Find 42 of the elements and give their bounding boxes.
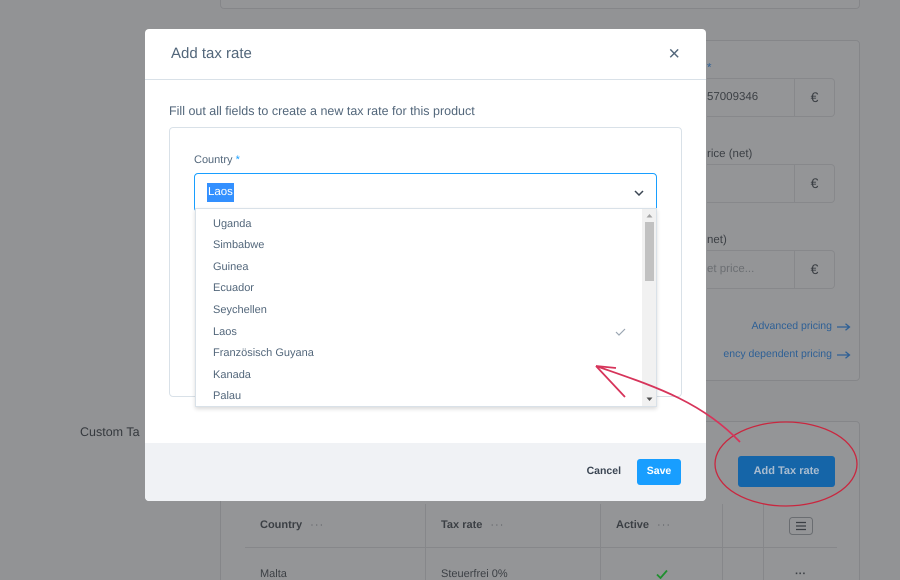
save-button[interactable]: Save (637, 459, 681, 485)
cancel-button[interactable]: Cancel (586, 464, 621, 480)
more-button[interactable]: ··· (795, 566, 806, 580)
chevron-down-icon (634, 190, 644, 196)
dropdown-option[interactable]: Seychellen (196, 299, 642, 321)
dropdown-option[interactable]: Simbabwe (196, 234, 642, 256)
column-menu-button[interactable]: ··· (657, 517, 672, 534)
required-mark: * (707, 62, 712, 74)
section-title: Custom Ta (79, 424, 141, 441)
menu-icon[interactable] (788, 516, 812, 534)
scrollbar[interactable] (642, 209, 656, 406)
column-header: Active (616, 518, 650, 534)
scrollbar-thumb[interactable] (644, 222, 654, 281)
modal-description: Fill out all fields to create a new tax rate for this product (169, 103, 476, 120)
price-input[interactable]: 57009346 € (707, 78, 835, 117)
table-cell-text: Steuerfrei 0% (441, 566, 508, 580)
dropdown-option[interactable]: Palau (196, 386, 642, 406)
price-input[interactable]: € (707, 164, 835, 203)
dropdown-option[interactable]: Guinea (196, 256, 642, 278)
dropdown-option[interactable]: Laos (196, 320, 642, 343)
table-cell-text: Malta (260, 566, 287, 580)
dropdown-option[interactable]: Uganda (196, 213, 642, 235)
column-header: Tax rate (441, 518, 482, 534)
scroll-down-icon (646, 397, 652, 402)
close-button[interactable]: × (664, 44, 684, 64)
dropdown-option[interactable]: Französisch Guyana (196, 342, 642, 364)
field-label: net) (707, 234, 727, 246)
dropdown-option[interactable]: Kanada (196, 364, 642, 386)
column-menu-button[interactable]: ··· (490, 517, 504, 534)
modal-title: Add tax rate (171, 44, 252, 64)
column-header: Country (260, 518, 302, 534)
pricing-link[interactable]: Advanced pricing (751, 319, 851, 335)
required-mark: * (236, 154, 240, 166)
field-label: rice (net) (707, 148, 752, 160)
add-tax-rate-button[interactable]: Add Tax rate (738, 456, 835, 487)
field-label: Country (194, 154, 233, 166)
column-menu-button[interactable]: ··· (310, 517, 324, 534)
pricing-link[interactable]: ency dependent pricing (723, 346, 851, 362)
scroll-up-icon (646, 213, 652, 218)
arrow-right-icon (837, 322, 851, 331)
dropdown-option[interactable]: Ecuador (196, 278, 642, 300)
arrow-right-icon (837, 350, 851, 359)
